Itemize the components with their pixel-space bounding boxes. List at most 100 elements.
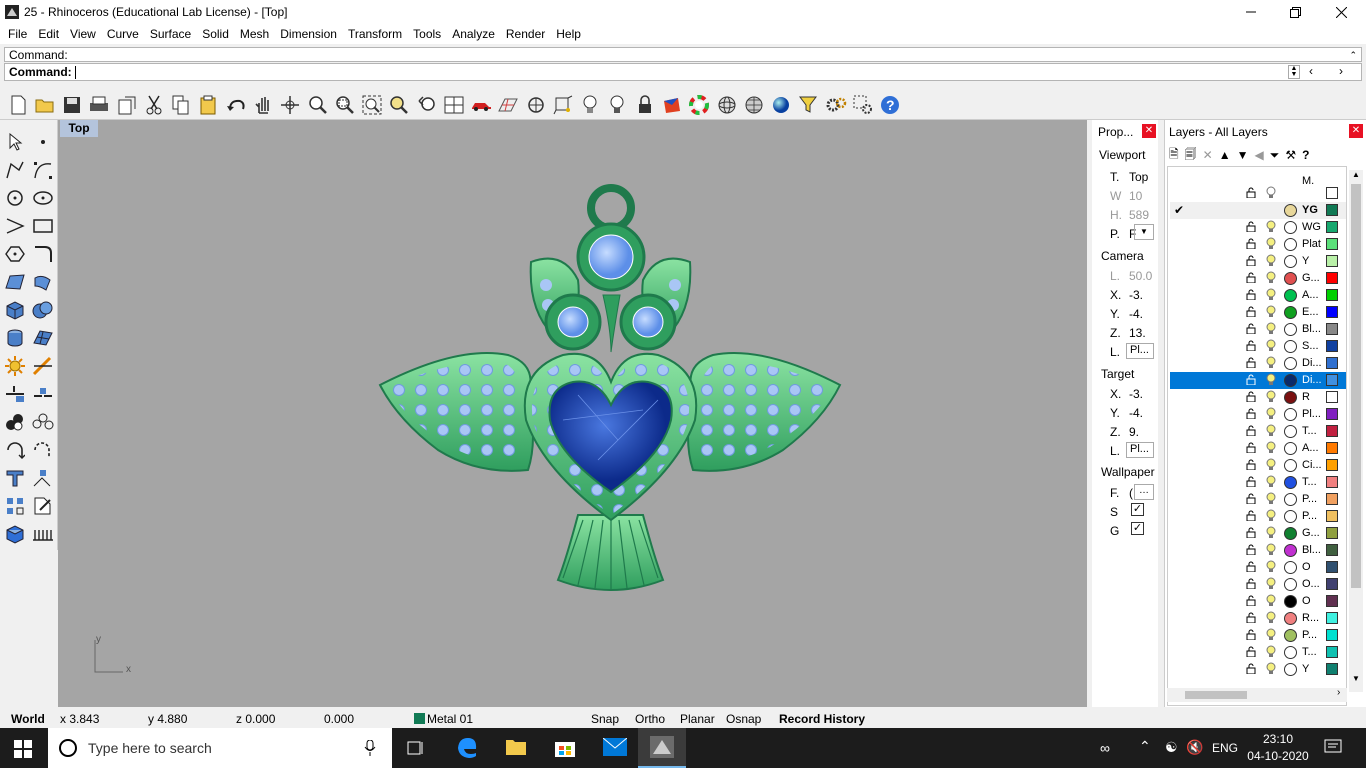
layer-visible-bulb-icon[interactable] xyxy=(1266,322,1276,336)
layer-visible-bulb-icon[interactable] xyxy=(1266,237,1276,251)
layer-visible-bulb-icon[interactable] xyxy=(1266,254,1276,268)
layer-row[interactable]: T... xyxy=(1170,423,1346,440)
layer-material-icon[interactable] xyxy=(1284,357,1297,370)
windows-start-icon[interactable] xyxy=(14,740,32,761)
layer-unlock-icon[interactable] xyxy=(1246,272,1256,284)
layer-visible-bulb-icon[interactable] xyxy=(1266,662,1276,676)
layer-color-swatch[interactable] xyxy=(1326,561,1338,573)
layer-unlock-icon[interactable] xyxy=(1246,408,1256,420)
layer-visible-bulb-icon[interactable] xyxy=(1266,220,1276,234)
zoom-window-icon[interactable] xyxy=(304,92,331,118)
layer-visible-bulb-icon[interactable] xyxy=(1266,611,1276,625)
people-icon[interactable]: ∞ xyxy=(1100,740,1110,756)
layer-unlock-icon[interactable] xyxy=(1246,340,1256,352)
color-wheel-icon[interactable] xyxy=(686,92,713,118)
layer-visible-bulb-icon[interactable] xyxy=(1266,492,1276,506)
layer-material-icon[interactable] xyxy=(1284,425,1297,438)
fillet-icon[interactable] xyxy=(31,242,55,266)
layer-unlock-icon[interactable] xyxy=(1246,595,1256,607)
layer-color-swatch[interactable] xyxy=(1326,425,1338,437)
zoom-dynamic-icon[interactable] xyxy=(331,92,358,118)
layer-row[interactable]: O xyxy=(1170,593,1346,610)
lock-icon[interactable] xyxy=(631,92,658,118)
cut-icon[interactable] xyxy=(140,92,167,118)
layer-color-swatch[interactable] xyxy=(1326,221,1338,233)
layers-scroll-thumb[interactable] xyxy=(1351,184,1361,588)
layer-material-icon[interactable] xyxy=(1284,493,1297,506)
properties-title[interactable]: Prop... xyxy=(1098,125,1133,139)
zoom-selected-icon[interactable] xyxy=(386,92,413,118)
move-down-icon[interactable]: ▼ xyxy=(1237,148,1249,162)
wallpaper-show-checkbox[interactable]: ✓ xyxy=(1131,503,1144,516)
dimension-icon[interactable] xyxy=(31,466,55,490)
wifi-icon[interactable]: ☯ xyxy=(1165,739,1178,756)
rectangle-icon[interactable] xyxy=(31,214,55,238)
current-layer-name[interactable]: Metal 01 xyxy=(427,712,473,726)
camera-x-field[interactable]: -3. xyxy=(1129,288,1143,302)
layer-color-swatch[interactable] xyxy=(1326,442,1338,454)
layer-row[interactable]: O xyxy=(1170,559,1346,576)
layer-material-icon[interactable] xyxy=(1284,204,1297,217)
layer-row[interactable]: S... xyxy=(1170,338,1346,355)
help-icon[interactable]: ? xyxy=(877,92,904,118)
layer-color-swatch[interactable] xyxy=(1326,255,1338,267)
layer-color-swatch[interactable] xyxy=(1326,646,1338,658)
rotate-view-icon[interactable] xyxy=(277,92,304,118)
layer-color-swatch[interactable] xyxy=(1326,391,1338,403)
layer-row[interactable]: WG xyxy=(1170,219,1346,236)
layer-visible-bulb-icon[interactable] xyxy=(1266,186,1276,200)
layer-color-swatch[interactable] xyxy=(1326,204,1338,216)
layer-visible-bulb-icon[interactable] xyxy=(1266,390,1276,404)
layer-unlock-icon[interactable] xyxy=(1246,374,1256,386)
layer-unlock-icon[interactable] xyxy=(1246,561,1256,573)
scroll-right-icon[interactable]: › xyxy=(1337,687,1340,698)
layer-color-swatch[interactable] xyxy=(1326,459,1338,471)
properties-close-icon[interactable]: ✕ xyxy=(1142,124,1156,138)
new-layer-icon[interactable]: 🗎 xyxy=(1169,145,1179,166)
text-icon[interactable] xyxy=(3,466,27,490)
layer-visible-bulb-icon[interactable] xyxy=(1266,526,1276,540)
layer-color-swatch[interactable] xyxy=(1326,289,1338,301)
layer-unlock-icon[interactable] xyxy=(1246,238,1256,250)
layer-visible-bulb-icon[interactable] xyxy=(1266,441,1276,455)
explode-icon[interactable] xyxy=(3,354,27,378)
grid-icon[interactable] xyxy=(495,92,522,118)
copy-icon[interactable] xyxy=(168,92,195,118)
layers-scrollbar[interactable]: ▲ ▼ xyxy=(1349,170,1363,692)
layer-material-icon[interactable] xyxy=(1284,255,1297,268)
layer-visible-bulb-icon[interactable] xyxy=(1266,628,1276,642)
layer-unlock-icon[interactable] xyxy=(1246,187,1256,199)
layer-unlock-icon[interactable] xyxy=(1246,357,1256,369)
layer-row[interactable] xyxy=(1170,185,1346,202)
layer-color-swatch[interactable] xyxy=(1326,374,1338,386)
sphere-render-icon[interactable] xyxy=(767,92,794,118)
layer-material-icon[interactable] xyxy=(1284,442,1297,455)
menu-solid[interactable]: Solid xyxy=(198,27,236,41)
clock-date[interactable]: 04-10-2020 xyxy=(1244,749,1312,763)
layer-material-icon[interactable] xyxy=(1284,527,1297,540)
layer-color-swatch[interactable] xyxy=(1326,629,1338,641)
curve-icon[interactable] xyxy=(31,158,55,182)
layer-visible-bulb-icon[interactable] xyxy=(1266,424,1276,438)
layer-visible-bulb-icon[interactable] xyxy=(1266,305,1276,319)
move-up-icon[interactable]: ▲ xyxy=(1219,148,1231,162)
minimize-button[interactable] xyxy=(1228,0,1274,24)
array-icon[interactable] xyxy=(3,494,27,518)
layer-row[interactable]: P... xyxy=(1170,491,1346,508)
menu-surface[interactable]: Surface xyxy=(146,27,198,41)
layer-row[interactable]: T... xyxy=(1170,644,1346,661)
arc-icon[interactable] xyxy=(3,214,27,238)
layer-material-icon[interactable] xyxy=(1284,595,1297,608)
move-left-icon[interactable]: ◀ xyxy=(1255,148,1264,162)
layer-material-icon[interactable] xyxy=(1284,663,1297,676)
surface-icon[interactable] xyxy=(3,270,27,294)
store-icon[interactable] xyxy=(554,736,576,761)
print-icon[interactable] xyxy=(86,92,113,118)
layer-material-icon[interactable] xyxy=(1284,561,1297,574)
menu-transform[interactable]: Transform xyxy=(344,27,409,41)
layer-visible-bulb-icon[interactable] xyxy=(1266,339,1276,353)
layer-unlock-icon[interactable] xyxy=(1246,476,1256,488)
layer-visible-bulb-icon[interactable] xyxy=(1266,356,1276,370)
layer-row[interactable]: A... xyxy=(1170,287,1346,304)
circle-tool-icon[interactable] xyxy=(3,186,27,210)
